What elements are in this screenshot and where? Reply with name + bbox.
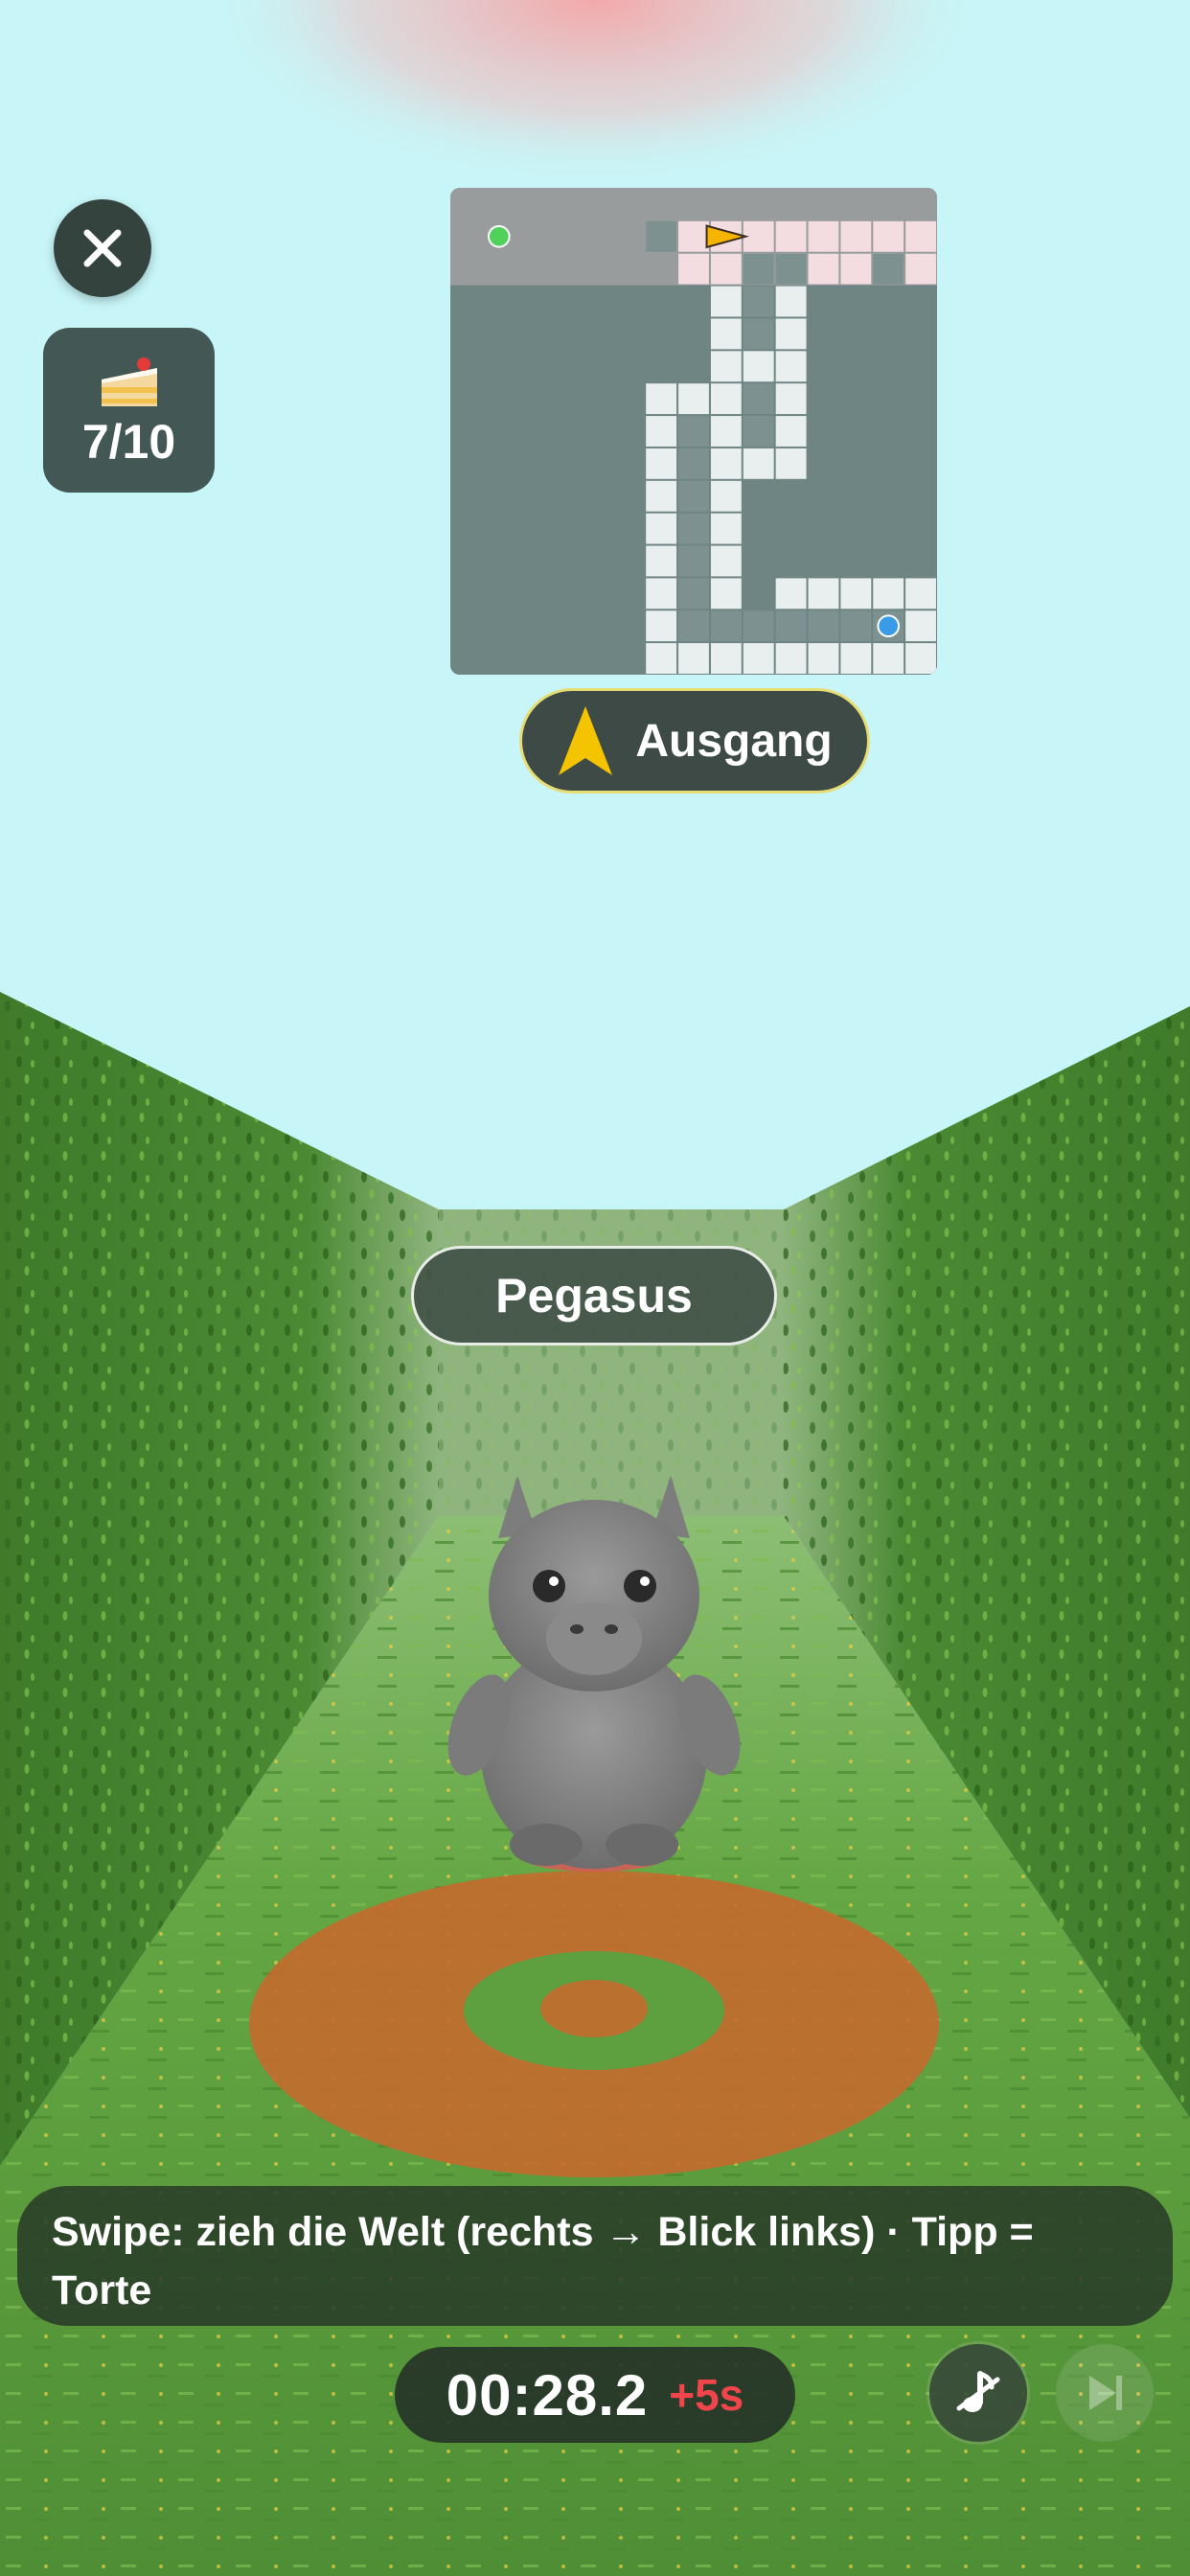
minimap-open-cell xyxy=(905,643,936,674)
minimap-open-cell xyxy=(646,383,677,415)
timer: 00:28.2 xyxy=(446,2362,649,2427)
minimap-open-cell xyxy=(646,578,677,610)
minimap-open-cell xyxy=(775,643,807,674)
time-penalty: +5s xyxy=(669,2370,744,2420)
sound-off-icon xyxy=(956,2371,1000,2412)
minimap-path-cell xyxy=(678,416,709,447)
minimap-path-cell xyxy=(743,610,774,642)
minimap-path-cell xyxy=(743,318,774,350)
minimap-open-cell xyxy=(743,643,774,674)
minimap-path-cell xyxy=(743,286,774,317)
minimap-open-cell xyxy=(710,318,742,350)
exit-marker xyxy=(877,614,901,638)
minimap-open-cell xyxy=(775,383,807,415)
minimap-open-cell xyxy=(678,383,709,415)
minimap-open-cell xyxy=(808,253,839,285)
minimap-path-cell xyxy=(678,545,709,577)
minimap-open-cell xyxy=(646,513,677,544)
minimap-open-cell xyxy=(905,253,936,285)
close-icon xyxy=(83,229,122,267)
target-ring xyxy=(249,1871,939,2177)
minimap-open-cell xyxy=(775,286,807,317)
cake-counter: 7/10 xyxy=(43,328,215,493)
minimap-open-cell xyxy=(873,578,904,610)
minimap-path-cell xyxy=(646,220,677,252)
minimap-path-cell xyxy=(743,383,774,415)
close-button[interactable] xyxy=(54,199,151,297)
cake-count: 7/10 xyxy=(81,415,176,469)
minimap-path-cell xyxy=(808,610,839,642)
minimap-open-cell xyxy=(646,610,677,642)
minimap-open-cell xyxy=(808,643,839,674)
minimap-open-cell xyxy=(743,448,774,479)
minimap-path-cell xyxy=(743,253,774,285)
minimap-open-cell xyxy=(710,578,742,610)
sound-toggle-button[interactable] xyxy=(929,2344,1027,2442)
minimap-open-cell xyxy=(646,416,677,447)
minimap-open-cell xyxy=(710,253,742,285)
minimap-open-cell xyxy=(775,318,807,350)
minimap-open-cell xyxy=(678,220,709,252)
minimap-open-cell xyxy=(710,545,742,577)
minimap-path-cell xyxy=(678,480,709,512)
minimap-path-cell xyxy=(743,416,774,447)
cake-icon xyxy=(101,357,157,406)
skip-forward-icon xyxy=(1089,2376,1122,2410)
minimap-path-cell xyxy=(678,578,709,610)
minimap-open-cell xyxy=(905,578,936,610)
minimap-open-cell xyxy=(710,513,742,544)
minimap-open-cell xyxy=(775,578,807,610)
minimap-path-cell xyxy=(775,610,807,642)
minimap-open-cell xyxy=(646,545,677,577)
minimap-open-cell xyxy=(646,448,677,479)
minimap-open-cell xyxy=(808,578,839,610)
minimap-open-cell xyxy=(710,448,742,479)
compass-arrow-icon xyxy=(559,706,613,775)
minimap-open-cell xyxy=(840,643,872,674)
minimap-path-cell xyxy=(775,253,807,285)
minimap-open-cell xyxy=(775,351,807,382)
timer-pill: 00:28.2 +5s xyxy=(395,2347,795,2443)
minimap-open-cell xyxy=(873,220,904,252)
minimap-open-cell xyxy=(840,220,872,252)
minimap-path-cell xyxy=(873,253,904,285)
minimap-open-cell xyxy=(905,220,936,252)
minimap-path-cell xyxy=(840,610,872,642)
compass-label: Ausgang xyxy=(635,715,833,767)
minimap-open-cell xyxy=(678,253,709,285)
hint-text: Swipe: zieh die Welt (rechts → Blick lin… xyxy=(52,2209,1034,2313)
minimap-path-cell xyxy=(678,610,709,642)
minimap-open-cell xyxy=(775,220,807,252)
minimap-open-cell xyxy=(710,643,742,674)
minimap-open-cell xyxy=(775,448,807,479)
minimap-path-cell xyxy=(710,610,742,642)
minimap-open-cell xyxy=(905,610,936,642)
character-name-label: Pegasus xyxy=(411,1246,777,1346)
skip-button[interactable] xyxy=(1056,2344,1154,2442)
minimap-open-cell xyxy=(873,643,904,674)
minimap-open-cell xyxy=(646,480,677,512)
minimap-path-cell xyxy=(678,513,709,544)
character-name: Pegasus xyxy=(495,1269,693,1322)
minimap-open-cell xyxy=(710,383,742,415)
minimap-path-cell xyxy=(678,448,709,479)
minimap-open-cell xyxy=(808,220,839,252)
minimap-open-cell xyxy=(840,253,872,285)
exit-compass: Ausgang xyxy=(519,688,870,794)
minimap-open-cell xyxy=(710,480,742,512)
minimap-open-cell xyxy=(775,416,807,447)
minimap-open-cell xyxy=(710,416,742,447)
minimap-open-cell xyxy=(678,643,709,674)
minimap xyxy=(450,188,937,675)
minimap-open-cell xyxy=(646,643,677,674)
hint-bar: Swipe: zieh die Welt (rechts → Blick lin… xyxy=(17,2186,1173,2326)
minimap-open-cell xyxy=(710,286,742,317)
minimap-open-cell xyxy=(743,351,774,382)
minimap-open-cell xyxy=(840,578,872,610)
minimap-open-cell xyxy=(710,351,742,382)
start-marker xyxy=(487,224,511,248)
